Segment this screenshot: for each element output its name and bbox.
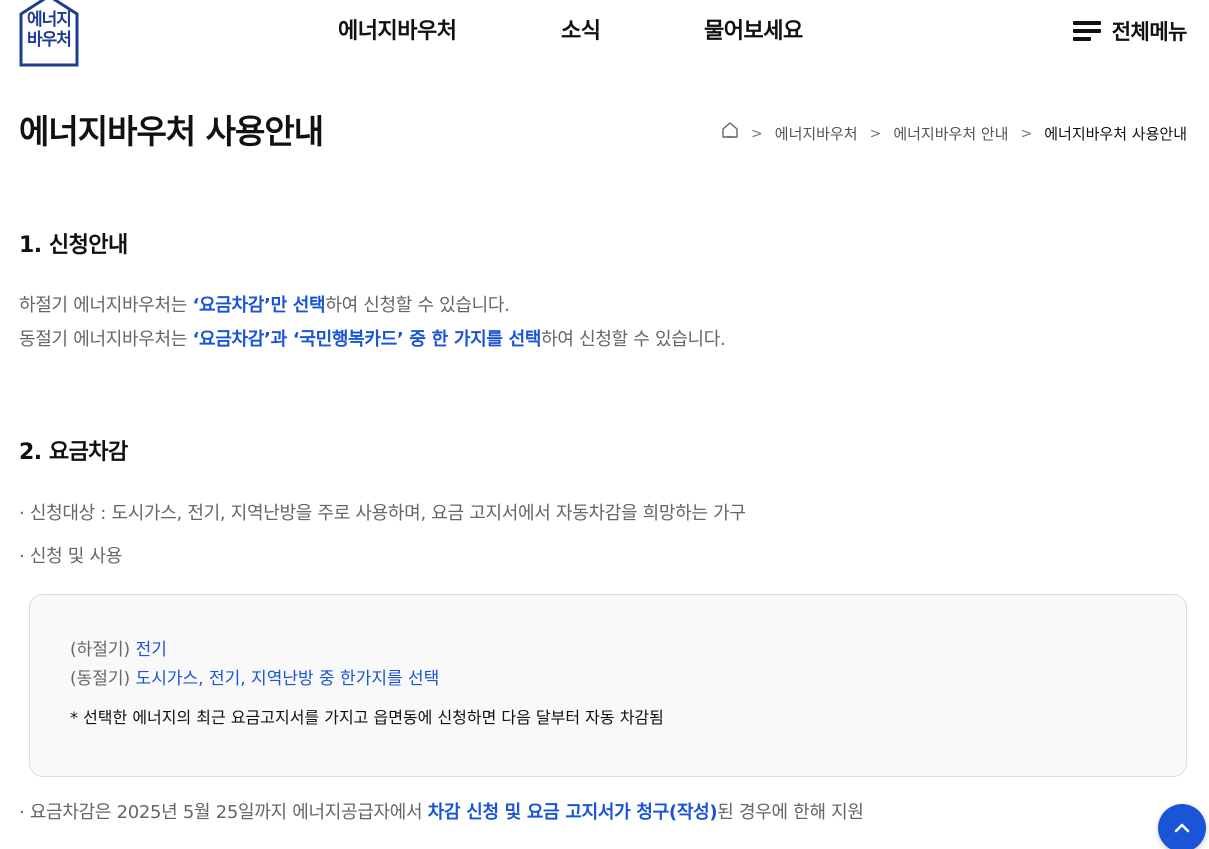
winter-apply-text: 동절기 에너지바우처는 ‘요금차감’과 ‘국민행복카드’ 중 한 가지를 선택하… (19, 323, 726, 357)
site-logo[interactable]: 에너지 바우처 (19, 0, 79, 67)
all-menu-label: 전체메뉴 (1111, 20, 1188, 44)
winter-energy-line: (동절기) 도시가스, 전기, 지역난방 중 한가지를 선택 (70, 664, 439, 694)
chevron-right-icon: > (1020, 125, 1033, 142)
nav-item-faq[interactable]: 물어보세요 (704, 14, 803, 50)
deadline-text-c: 된 경우에 한해 지원 (717, 802, 864, 823)
summer-apply-text: 하절기 에너지바우처는 ‘요금차감’만 선택하여 신청할 수 있습니다. (19, 289, 510, 323)
deadline-text: · 요금차감은 2025년 5월 25일까지 에너지공급자에서 차감 신청 및 … (19, 796, 864, 830)
apply-info-box: (하절기) 전기 (동절기) 도시가스, 전기, 지역난방 중 한가지를 선택 … (29, 594, 1187, 777)
breadcrumb: > 에너지바우처 > 에너지바우처 안내 > 에너지바우처 사용안내 (721, 121, 1187, 146)
breadcrumb-home[interactable] (721, 121, 739, 146)
hamburger-icon (1072, 20, 1103, 42)
summer-value: 전기 (135, 640, 167, 660)
winter-text-a: 동절기 에너지바우처는 (19, 329, 193, 350)
logo-line1: 에너지 (27, 10, 72, 30)
summer-energy-line: (하절기) 전기 (70, 635, 167, 665)
section-title-apply-guide: 1. 신청안내 (19, 233, 128, 258)
winter-text-highlight: ‘요금차감’과 ‘국민행복카드’ 중 한 가지를 선택 (192, 329, 542, 350)
summer-label: (하절기) (70, 640, 136, 660)
chevron-right-icon: > (751, 125, 763, 142)
all-menu-button[interactable]: 전체메뉴 (1072, 16, 1188, 46)
breadcrumb-item-1[interactable]: 에너지바우처 (775, 122, 858, 146)
box-note: * 선택한 에너지의 최근 요금고지서를 가지고 읍면동에 신청하면 다음 달부… (70, 708, 664, 727)
breadcrumb-item-2[interactable]: 에너지바우처 안내 (893, 122, 1008, 146)
winter-value: 도시가스, 전기, 지역난방 중 한가지를 선택 (135, 669, 440, 689)
section-title-fee-deduction: 2. 요금차감 (19, 440, 128, 465)
logo-text: 에너지 바우처 (19, 10, 79, 50)
target-text: · 신청대상 : 도시가스, 전기, 지역난방을 주로 사용하며, 요금 고지서… (19, 503, 746, 524)
nav-item-energy-voucher[interactable]: 에너지바우처 (338, 14, 457, 50)
page-title: 에너지바우처 사용안내 (19, 112, 324, 151)
summer-text-highlight: ‘요금차감’만 선택 (192, 295, 326, 316)
chevron-up-icon (1174, 823, 1190, 833)
site-header: 에너지 바우처 에너지바우처 소식 물어보세요 전체메뉴 (0, 0, 1209, 72)
apply-use-label: · 신청 및 사용 (19, 546, 122, 567)
deadline-text-a: · 요금차감은 2025년 5월 25일까지 에너지공급자에서 (19, 802, 428, 823)
home-icon (722, 122, 738, 138)
chevron-right-icon: > (869, 125, 882, 142)
deadline-text-highlight: 차감 신청 및 요금 고지서가 청구(작성) (427, 802, 718, 823)
scroll-to-top-button[interactable] (1158, 804, 1206, 849)
logo-line2: 바우처 (27, 30, 72, 50)
breadcrumb-current: 에너지바우처 사용안내 (1044, 124, 1187, 143)
winter-label: (동절기) (70, 669, 136, 689)
summer-text-a: 하절기 에너지바우처는 (19, 295, 193, 316)
winter-text-c: 하여 신청할 수 있습니다. (541, 329, 726, 350)
summer-text-c: 하여 신청할 수 있습니다. (325, 295, 510, 316)
nav-item-news[interactable]: 소식 (561, 14, 601, 50)
